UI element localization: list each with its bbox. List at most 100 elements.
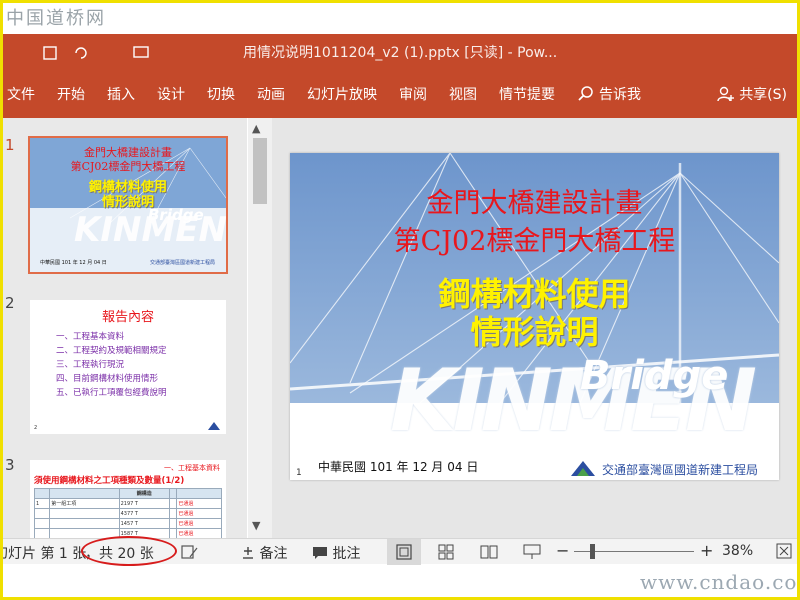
- table-cell: [168, 488, 178, 499]
- table-cell: [168, 508, 178, 519]
- window-title: 用情况说明1011204_v2 (1).pptx [只读] - Pow...: [243, 45, 558, 61]
- fit-to-window-icon[interactable]: [776, 543, 792, 559]
- table-cell: 1457 T: [118, 518, 170, 529]
- slide-agency: 交通部臺灣區國道新建工程局: [602, 463, 759, 477]
- watermark-top: 中国道桥网: [6, 8, 106, 29]
- start-slideshow-icon[interactable]: [133, 45, 149, 61]
- thumb2-item-2: 二、工程契約及規範相關規定: [56, 346, 167, 356]
- thumb2-item-5: 五、已執行工項覆包經費說明: [56, 388, 167, 398]
- tab-file[interactable]: 文件: [3, 84, 46, 104]
- ribbon-tabs: 文件 开始 插入 设计 切换 动画 幻灯片放映 审阅 视图 情节提要 告诉我 共…: [3, 70, 797, 118]
- thumb1-agency: 交通部臺灣區國道新建工程局: [150, 260, 216, 266]
- comments-label: 批注: [332, 546, 361, 562]
- slide-thumbnails-pane[interactable]: 1 金門大橋建設計畫 第CJ02標金門大橋工程 鋼構材料使用 情形說明 KINM…: [3, 118, 247, 538]
- watermark-bottom: www.cndao.com: [640, 570, 800, 594]
- table-row: 1457 T 已通過: [33, 518, 222, 529]
- bridge-logo-text: Bridge: [580, 353, 729, 399]
- slide-page-number: 1: [296, 468, 302, 478]
- table-row: 4377 T 已通過: [33, 508, 222, 519]
- table-cell: 鋼構造: [118, 488, 170, 499]
- thumb2-item-3: 三、工程執行現況: [56, 360, 125, 370]
- thumb2-page-number: 2: [34, 425, 38, 431]
- normal-view-button[interactable]: [387, 539, 421, 565]
- thumb-number-1: 1: [5, 136, 15, 154]
- table-cell: 2197 T: [118, 498, 170, 509]
- table-cell: [33, 488, 51, 499]
- tell-me-search[interactable]: 告诉我: [566, 84, 641, 104]
- table-cell: [168, 498, 178, 509]
- notes-icon: [243, 547, 253, 559]
- thumbnails-scrollbar[interactable]: ▲ ▼: [248, 118, 272, 538]
- tab-insert[interactable]: 插入: [96, 84, 146, 104]
- scroll-down-arrow-icon[interactable]: ▼: [252, 519, 260, 532]
- slide-subtitle-line2: 情形說明: [470, 313, 599, 351]
- search-icon: [578, 86, 593, 101]
- table-cell: [168, 518, 178, 529]
- tab-slideshow[interactable]: 幻灯片放映: [296, 84, 388, 104]
- tab-home[interactable]: 开始: [46, 84, 96, 104]
- table-cell: [33, 508, 51, 519]
- table-row: 1 第一組工項 2197 T 已通過: [33, 498, 222, 509]
- slide-thumbnail-2[interactable]: 報告內容 一、工程基本資料 二、工程契約及規範相關規定 三、工程執行現況 四、目…: [30, 300, 226, 434]
- main-slide-canvas[interactable]: 金門大橋建設計畫 第CJ02標金門大橋工程 鋼構材料使用 情形說明 KINMEN…: [290, 153, 779, 480]
- slide-counter-label: 幻灯片 第 1 张: [0, 546, 87, 562]
- thumb2-item-1: 一、工程基本資料: [56, 332, 125, 342]
- thumb-number-2: 2: [5, 294, 15, 312]
- normal-view-icon: [396, 544, 412, 560]
- table-row: 鋼構造: [33, 488, 222, 499]
- table-cell: 已通過: [176, 528, 222, 538]
- table-cell: [176, 488, 222, 499]
- title-bar: 用情况说明1011204_v2 (1).pptx [只读] - Pow...: [3, 34, 797, 70]
- slide-thumbnail-3[interactable]: 一、工程基本資料 須使用鋼構材料之工項種類及數量(1/2) 鋼構造 1 第一組工…: [30, 460, 226, 538]
- table-cell: [49, 518, 120, 529]
- zoom-out-button[interactable]: −: [556, 541, 569, 560]
- slideshow-view-icon[interactable]: [523, 544, 541, 560]
- comment-icon: [313, 547, 327, 559]
- highlight-annotation-circle: [81, 536, 177, 566]
- tab-review[interactable]: 审阅: [388, 84, 438, 104]
- table-cell: 已通過: [176, 508, 222, 519]
- share-label: 共享(S): [739, 87, 787, 103]
- tab-design[interactable]: 设计: [146, 84, 196, 104]
- zoom-slider-handle[interactable]: [590, 544, 595, 559]
- share-button[interactable]: 共享(S): [717, 84, 797, 104]
- thumb3-title: 須使用鋼構材料之工項種類及數量(1/2): [34, 476, 185, 486]
- zoom-in-button[interactable]: +: [700, 541, 713, 560]
- scroll-up-arrow-icon[interactable]: ▲: [252, 122, 260, 135]
- table-cell: 4377 T: [118, 508, 170, 519]
- tab-animations[interactable]: 动画: [246, 84, 296, 104]
- thumb3-table: 鋼構造 1 第一組工項 2197 T 已通過 4377 T 已通過 1457 T…: [33, 488, 222, 538]
- comments-button[interactable]: 批注: [312, 543, 360, 563]
- thumb2-logo-icon: [208, 422, 220, 430]
- zoom-level[interactable]: 38%: [722, 543, 753, 559]
- table-cell: [168, 528, 178, 538]
- table-cell: 1: [33, 498, 51, 509]
- undo-icon[interactable]: [73, 46, 89, 60]
- table-cell: 第一組工項: [49, 498, 120, 509]
- slide-sorter-icon[interactable]: [438, 544, 454, 560]
- tab-view[interactable]: 视图: [438, 84, 488, 104]
- notes-button[interactable]: 备注: [241, 543, 287, 563]
- table-cell: [33, 528, 51, 538]
- notes-label: 备注: [259, 546, 288, 562]
- slide-thumbnail-1[interactable]: 金門大橋建設計畫 第CJ02標金門大橋工程 鋼構材料使用 情形說明 KINMEN…: [28, 136, 228, 274]
- thumb2-item-list: 一、工程基本資料 二、工程契約及規範相關規定 三、工程執行現況 四、目前鋼構材料…: [56, 330, 167, 400]
- language-check-icon[interactable]: [181, 544, 199, 560]
- slide-title-line2: 第CJ02標金門大橋工程: [393, 226, 676, 257]
- thumb2-title: 報告內容: [101, 310, 154, 325]
- tab-storyboard[interactable]: 情节提要: [488, 84, 566, 104]
- thumb1-date: 中華民國 101 年 12 月 04 日: [40, 260, 107, 266]
- table-cell: [49, 488, 120, 499]
- table-cell: [33, 518, 51, 529]
- slide-title-line1: 金門大橋建設計畫: [426, 188, 643, 219]
- table-cell: [49, 508, 120, 519]
- scrollbar-thumb[interactable]: [253, 138, 267, 204]
- tab-transitions[interactable]: 切换: [196, 84, 246, 104]
- thumb1-bridge-logo: Bridge: [148, 206, 204, 224]
- thumb3-tag: 一、工程基本資料: [164, 464, 220, 472]
- thumb-number-3: 3: [5, 456, 15, 474]
- share-person-icon: [717, 86, 735, 102]
- save-icon[interactable]: [43, 46, 57, 60]
- reading-view-icon[interactable]: [480, 544, 498, 560]
- table-cell: 已通過: [176, 498, 222, 509]
